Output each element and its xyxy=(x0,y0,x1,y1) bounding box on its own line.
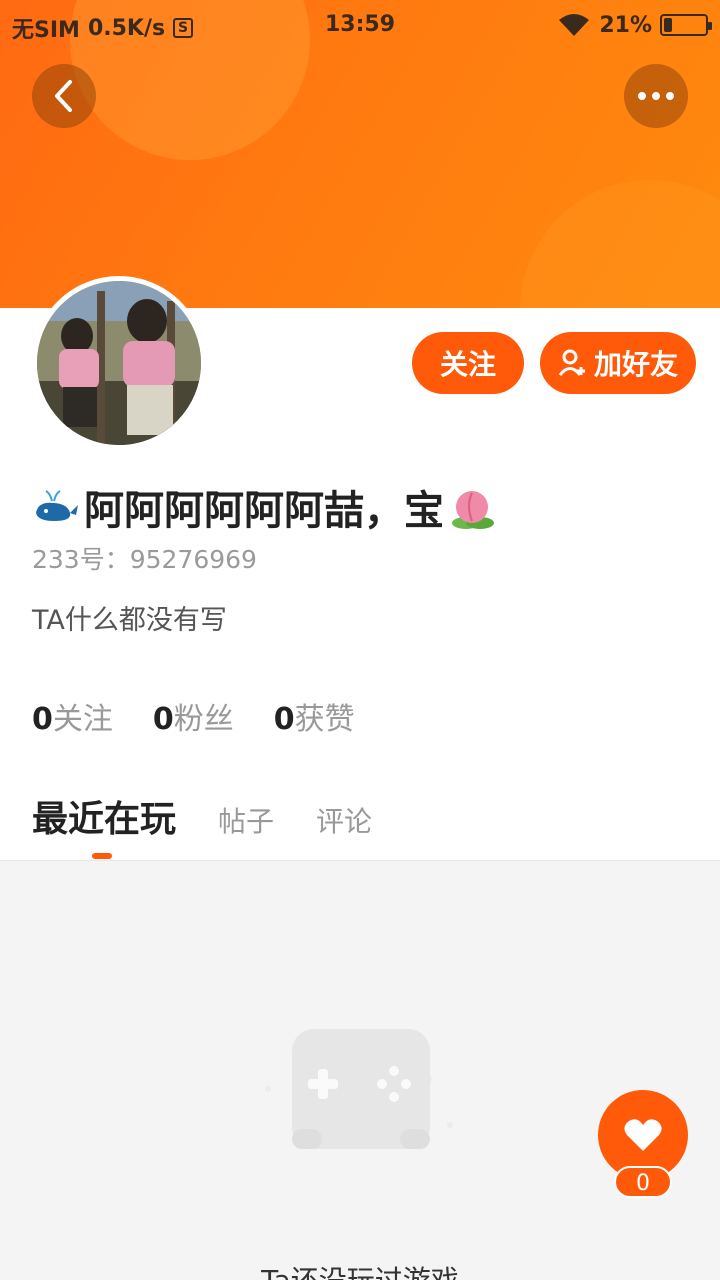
stats-row: 0关注 0粉丝 0获赞 xyxy=(32,694,355,738)
battery-icon xyxy=(660,14,712,36)
nickname: 阿阿阿阿阿阿喆，宝 xyxy=(32,478,496,536)
empty-state-text: Ta还没玩过游戏 xyxy=(0,1259,720,1280)
chevron-left-icon xyxy=(55,80,72,112)
add-user-icon xyxy=(558,349,585,376)
nickname-text: 阿阿阿阿阿阿喆，宝 xyxy=(84,488,444,534)
add-friend-label: 加好友 xyxy=(593,348,678,381)
stat-fans[interactable]: 0粉丝 xyxy=(153,694,234,738)
add-friend-button[interactable]: 加好友 xyxy=(540,332,696,394)
tab-comments[interactable]: 评论 xyxy=(316,800,372,840)
stat-likes[interactable]: 0获赞 xyxy=(274,694,355,738)
stat-count: 0 xyxy=(273,702,295,737)
status-bar: 无SIM 0.5K/s S 13:59 21% xyxy=(0,0,720,50)
tab-content: Ta还没玩过游戏 xyxy=(0,860,720,1280)
more-button[interactable] xyxy=(624,64,688,128)
peach-icon xyxy=(452,491,494,529)
follow-button[interactable]: 关注 xyxy=(412,332,524,394)
gamepad-icon xyxy=(265,1029,453,1149)
tab-recent-play[interactable]: 最近在玩 xyxy=(32,790,176,842)
avatar-image xyxy=(37,281,201,445)
heart-icon xyxy=(624,1119,662,1151)
tab-bar: 最近在玩 帖子 评论 xyxy=(32,790,372,842)
back-button[interactable] xyxy=(32,64,96,128)
stat-label: 关注 xyxy=(52,702,113,737)
stat-following[interactable]: 0关注 xyxy=(32,694,113,738)
avatar[interactable] xyxy=(32,276,206,450)
user-id: 233号：95276969 xyxy=(32,545,257,574)
stat-label: 获赞 xyxy=(294,702,355,737)
tab-indicator xyxy=(92,853,112,859)
tab-posts[interactable]: 帖子 xyxy=(218,800,274,840)
more-horizontal-icon xyxy=(638,92,674,100)
follow-label: 关注 xyxy=(439,348,496,381)
stat-label: 粉丝 xyxy=(173,702,234,737)
wifi-icon xyxy=(559,14,590,36)
stat-count: 0 xyxy=(152,702,174,737)
battery-percent: 21% xyxy=(599,12,652,38)
bio: TA什么都没有写 xyxy=(32,605,227,636)
whale-icon xyxy=(36,490,78,521)
like-count: 0 xyxy=(614,1166,672,1198)
stat-count: 0 xyxy=(32,702,53,737)
